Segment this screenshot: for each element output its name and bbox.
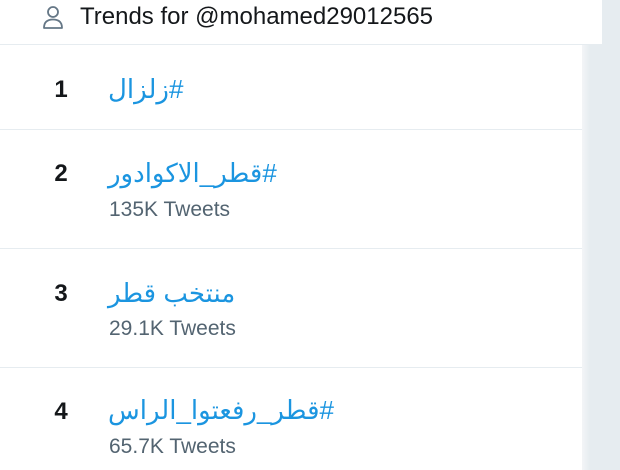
trend-hashtag[interactable]: قطر_رفعتوا_الراس# (108, 395, 334, 426)
trend-hashtag[interactable]: منتخب قطر (108, 278, 235, 309)
trend-tweet-count: 135K Tweets (109, 198, 231, 221)
trend-hashtag[interactable]: زلزال# (108, 74, 183, 105)
trend-rank: 4 (54, 398, 68, 425)
trend-item-1[interactable]: 1 زلزال# (0, 45, 582, 130)
trend-rank: 1 (54, 76, 68, 103)
trend-item-2[interactable]: 2 قطر_الاكوادور# 135K Tweets (0, 130, 582, 249)
trend-tweet-count: 29.1K Tweets (109, 317, 236, 340)
trend-item-4[interactable]: 4 قطر_رفعتوا_الراس# 65.7K Tweets (0, 368, 582, 470)
trend-rank: 3 (54, 280, 68, 307)
trend-item-3[interactable]: 3 منتخب قطر 29.1K Tweets (0, 249, 582, 368)
trend-hashtag[interactable]: قطر_الاكوادور# (108, 158, 277, 189)
trends-header: Trends for @mohamed29012565 (0, 0, 602, 45)
scroll-shadow (582, 45, 590, 470)
trend-tweet-count: 65.7K Tweets (109, 435, 236, 458)
trend-rank: 2 (54, 160, 68, 187)
user-icon (40, 4, 66, 30)
trends-title: Trends for @mohamed29012565 (80, 3, 434, 30)
